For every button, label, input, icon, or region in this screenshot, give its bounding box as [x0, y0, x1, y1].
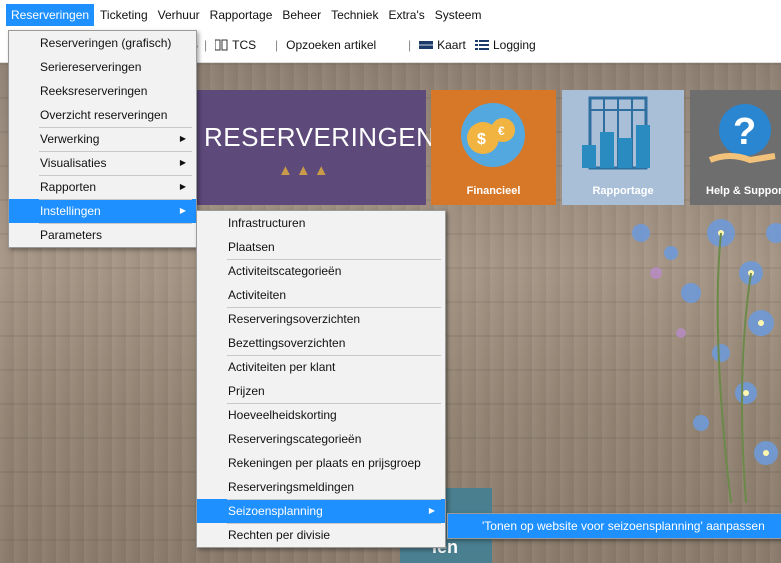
- menu-item-activiteitscategorieen[interactable]: Activiteitscategorieën: [197, 259, 445, 283]
- tile-reserveringen-label: RESERVERINGEN: [204, 122, 436, 152]
- kaart-button[interactable]: | Kaart: [408, 38, 466, 52]
- menu-beheer[interactable]: Beheer: [278, 4, 325, 26]
- menu-item-seriereserveringen[interactable]: Seriereserveringen: [9, 55, 196, 79]
- menu-item-hoeveelheidskorting[interactable]: Hoeveelheidskorting: [197, 403, 445, 427]
- map-icon: [419, 41, 434, 49]
- submenu-arrow-icon: ▶: [179, 182, 186, 191]
- menu-extras[interactable]: Extra's: [384, 4, 428, 26]
- tcs-icon: [215, 39, 228, 51]
- menu-item-visualisaties[interactable]: Visualisaties ▶: [9, 151, 196, 175]
- money-icon: $ €: [461, 103, 525, 167]
- seizoensplanning-submenu: 'Tonen op website voor seizoensplanning'…: [447, 513, 781, 539]
- menu-bar: Reserveringen Ticketing Verhuur Rapporta…: [0, 0, 781, 30]
- menu-item-activiteiten[interactable]: Activiteiten: [197, 283, 445, 307]
- tile-reserveringen[interactable]: RESERVERINGEN ▲▲▲: [196, 90, 435, 205]
- menu-systeem[interactable]: Systeem: [431, 4, 486, 26]
- tile-rapportage-label: Rapportage: [592, 185, 654, 197]
- logging-icon: [475, 40, 489, 50]
- report-chart-icon: [582, 96, 650, 170]
- menu-item-reserveringen-grafisch[interactable]: Reserveringen (grafisch): [9, 31, 196, 55]
- tile-help-label: Help & Support: [706, 185, 781, 197]
- menu-item-verwerking[interactable]: Verwerking ▶: [9, 127, 196, 151]
- flowers-decoration: [632, 219, 781, 504]
- menu-item-prijzen[interactable]: Prijzen: [197, 379, 445, 403]
- menu-reserveringen[interactable]: Reserveringen: [6, 4, 95, 26]
- toolbar-separator: |: [204, 38, 208, 52]
- menu-item-rekeningen-per-plaats[interactable]: Rekeningen per plaats en prijsgroep: [197, 451, 445, 475]
- menu-item-reeksreserveringen[interactable]: Reeksreserveringen: [9, 79, 196, 103]
- menu-ticketing[interactable]: Ticketing: [96, 4, 152, 26]
- svg-text:?: ?: [733, 111, 756, 153]
- help-question-icon: ?: [708, 104, 776, 164]
- submenu-arrow-icon: ▶: [428, 506, 435, 515]
- menu-item-instellingen[interactable]: Instellingen ▶: [9, 199, 196, 223]
- menu-item-activiteiten-per-klant[interactable]: Activiteiten per klant: [197, 355, 445, 379]
- menu-item-infrastructuren[interactable]: Infrastructuren: [197, 211, 445, 235]
- submenu-arrow-icon: ▶: [179, 158, 186, 167]
- menu-verhuur[interactable]: Verhuur: [154, 4, 204, 26]
- menu-item-reserveringsoverzichten[interactable]: Reserveringsoverzichten: [197, 307, 445, 331]
- submenu-arrow-icon: ▶: [179, 206, 186, 215]
- menu-item-parameters[interactable]: Parameters: [9, 223, 196, 247]
- svg-text:€: €: [498, 124, 505, 138]
- svg-text:$: $: [477, 131, 486, 148]
- menu-item-plaatsen[interactable]: Plaatsen: [197, 235, 445, 259]
- submenu-arrow-icon: ▶: [179, 134, 186, 143]
- instellingen-submenu: Infrastructuren Plaatsen Activiteitscate…: [196, 210, 446, 548]
- reserveringen-dropdown: Reserveringen (grafisch) Seriereserverin…: [8, 30, 197, 248]
- tile-help-support[interactable]: ? Help & Support: [690, 90, 781, 205]
- tile-financieel-label: Financieel: [466, 185, 521, 197]
- menu-item-reserveringscategorieen[interactable]: Reserveringscategorieën: [197, 427, 445, 451]
- menu-item-seizoensplanning[interactable]: Seizoensplanning ▶: [197, 499, 445, 523]
- menu-item-tonen-op-website[interactable]: 'Tonen op website voor seizoensplanning'…: [448, 514, 781, 538]
- menu-item-rapporten[interactable]: Rapporten ▶: [9, 175, 196, 199]
- menu-item-bezettingsoverzichten[interactable]: Bezettingsoverzichten: [197, 331, 445, 355]
- opzoeken-artikel-button[interactable]: | Opzoeken artikel: [275, 38, 376, 52]
- tents-icon: ▲▲▲: [278, 162, 332, 179]
- tcs-button[interactable]: | TCS: [204, 38, 256, 52]
- tile-financieel[interactable]: $ € Financieel: [431, 90, 556, 205]
- toolbar-separator: |: [275, 38, 279, 52]
- logging-button[interactable]: Logging: [475, 38, 536, 52]
- tile-rapportage[interactable]: Rapportage: [562, 90, 684, 205]
- menu-item-overzicht-reserveringen[interactable]: Overzicht reserveringen: [9, 103, 196, 127]
- menu-rapportage[interactable]: Rapportage: [206, 4, 277, 26]
- menu-item-reserveringsmeldingen[interactable]: Reserveringsmeldingen: [197, 475, 445, 499]
- menu-item-rechten-per-divisie[interactable]: Rechten per divisie: [197, 523, 445, 547]
- toolbar-separator: |: [408, 38, 412, 52]
- menu-techniek[interactable]: Techniek: [327, 4, 382, 26]
